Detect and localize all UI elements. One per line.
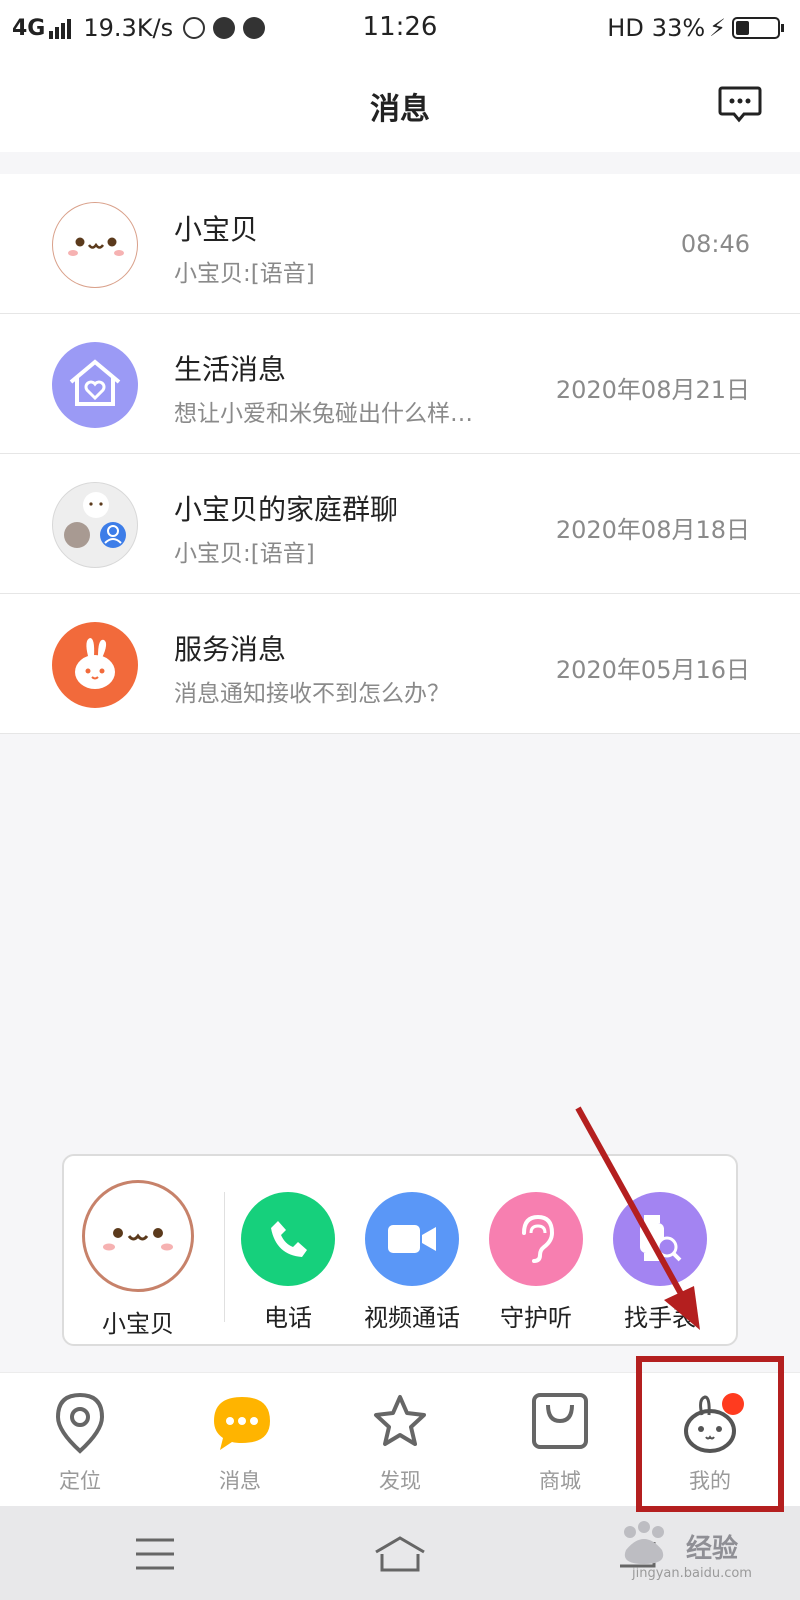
chat-bubble-icon[interactable] (718, 82, 762, 126)
ear-icon (489, 1192, 583, 1286)
watermark-subtext: jingyan.baidu.com (632, 1566, 752, 1581)
list-item[interactable]: 小宝贝的家庭群聊 小宝贝:[语音] 2020年08月18日 (0, 454, 800, 594)
guard-listen-button[interactable]: 守护听 (476, 1192, 596, 1333)
child-profile-button[interactable]: 小宝贝 (82, 1180, 194, 1339)
tab-location[interactable]: 定位 (20, 1391, 140, 1495)
phone-icon (241, 1192, 335, 1286)
conversation-preview: 想让小爱和米兔碰出什么样… (174, 401, 473, 427)
group-avatar (52, 482, 138, 568)
rabbit-avatar (52, 622, 138, 708)
page-title: 消息 (370, 92, 430, 127)
conversation-time: 2020年08月21日 (555, 376, 750, 404)
child-name: 小宝贝 (102, 1310, 174, 1338)
home-icon[interactable] (370, 1532, 430, 1576)
notification-dot (722, 1393, 744, 1415)
tab-profile[interactable]: 我的 (650, 1391, 770, 1495)
guard-listen-label: 守护听 (500, 1304, 572, 1332)
video-camera-icon (365, 1192, 459, 1286)
menu-icon[interactable] (130, 1532, 190, 1576)
profile-rabbit-icon (680, 1391, 744, 1455)
conversation-time: 08:46 (680, 230, 750, 258)
message-bubble-icon (210, 1391, 270, 1455)
cute-face-avatar (82, 1180, 194, 1292)
quick-action-bar: 小宝贝 电话 视频通话 守护听 找手表 (62, 1154, 738, 1346)
conversation-preview: 小宝贝:[语音] (174, 541, 315, 567)
header: 消息 (0, 56, 800, 152)
watch-search-icon (613, 1192, 707, 1286)
charging-icon: ⚡ (709, 14, 726, 42)
watermark: 经验 jingyan.baidu.com (612, 1520, 782, 1586)
conversation-name: 小宝贝的家庭群聊 (174, 493, 399, 526)
paw-logo-icon (624, 1521, 664, 1564)
battery-percent: 33% (651, 14, 706, 42)
watermark-text: 经验 (686, 1534, 739, 1564)
location-pin-icon (50, 1391, 110, 1455)
conversation-time: 2020年08月18日 (555, 516, 750, 544)
shopping-bag-icon (530, 1391, 590, 1455)
tab-label: 定位 (59, 1469, 101, 1493)
bottom-tab-bar: 定位 消息 发现 商城 我的 (0, 1372, 800, 1506)
conversation-preview: 小宝贝:[语音] (174, 261, 315, 287)
tab-messages[interactable]: 消息 (180, 1391, 300, 1495)
tab-label: 发现 (379, 1469, 421, 1493)
video-call-label: 视频通话 (364, 1304, 460, 1332)
tab-label: 商城 (539, 1469, 581, 1493)
conversation-name: 服务消息 (174, 633, 287, 666)
tab-shop[interactable]: 商城 (500, 1391, 620, 1495)
list-item[interactable]: 服务消息 消息通知接收不到怎么办？ 2020年05月16日 (0, 594, 800, 734)
conversation-time: 2020年05月16日 (555, 656, 750, 684)
star-icon (370, 1391, 430, 1455)
video-call-button[interactable]: 视频通话 (352, 1192, 472, 1333)
house-heart-avatar (52, 342, 138, 428)
phone-call-button[interactable]: 电话 (228, 1192, 348, 1333)
conversation-preview: 消息通知接收不到怎么办？ (174, 681, 450, 707)
list-item[interactable]: 小宝贝 小宝贝:[语音] 08:46 (0, 174, 800, 314)
message-list: 小宝贝 小宝贝:[语音] 08:46 生活消息 想让小爱和米兔碰出什么样… 20… (0, 174, 800, 734)
conversation-name: 生活消息 (174, 353, 287, 386)
hd-indicator: HD (607, 14, 644, 42)
list-item[interactable]: 生活消息 想让小爱和米兔碰出什么样… 2020年08月21日 (0, 314, 800, 454)
cute-face-avatar (52, 202, 138, 288)
battery-icon (732, 17, 784, 39)
phone-call-label: 电话 (264, 1304, 312, 1332)
find-watch-label: 找手表 (624, 1304, 696, 1332)
tab-label: 我的 (689, 1469, 731, 1493)
find-watch-button[interactable]: 找手表 (600, 1192, 720, 1333)
conversation-name: 小宝贝 (174, 213, 259, 246)
tab-discover[interactable]: 发现 (340, 1391, 460, 1495)
tab-label: 消息 (219, 1469, 261, 1493)
status-bar: 4G 19.3K/s 11:26 HD 33% ⚡ (0, 0, 800, 56)
